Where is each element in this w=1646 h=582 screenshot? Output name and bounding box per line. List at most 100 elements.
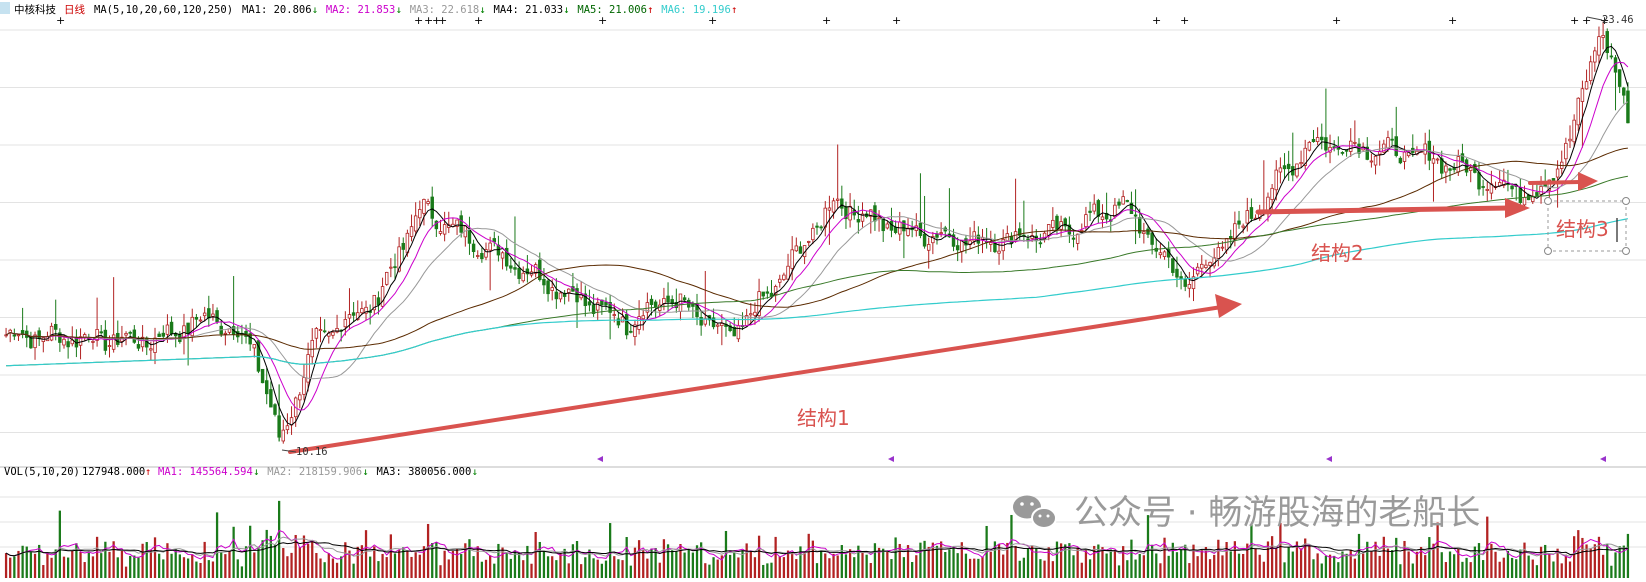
candle-body xyxy=(442,224,447,235)
candle-body xyxy=(1187,284,1192,289)
candle-body xyxy=(1274,169,1278,191)
candle-body xyxy=(955,245,960,251)
candle-body xyxy=(471,243,476,253)
candle-body xyxy=(1150,232,1154,245)
candle-body xyxy=(1353,141,1357,144)
candle-body xyxy=(223,332,228,335)
candle-body xyxy=(1038,242,1043,245)
candle-body xyxy=(1307,141,1312,151)
candle-body xyxy=(587,301,592,306)
candle-body xyxy=(1208,261,1212,266)
candle-body xyxy=(260,368,265,384)
candle-body xyxy=(782,274,786,280)
candle-body xyxy=(1055,215,1059,230)
candle-body xyxy=(939,232,943,235)
price-header: 中核科技 日线 MA(5,10,20,60,120,250) MA1: 20.8… xyxy=(0,2,737,16)
candle-body xyxy=(1580,88,1585,102)
candle-body xyxy=(1220,246,1225,249)
candle-body xyxy=(149,348,153,351)
period-markers xyxy=(597,456,1606,462)
candle-body xyxy=(103,329,108,351)
candle-body xyxy=(1100,216,1105,221)
candle-body xyxy=(753,311,757,316)
candle-body xyxy=(318,329,323,332)
high-price-label: 23.46 xyxy=(1602,14,1634,26)
candle-body xyxy=(620,316,625,323)
event-marker: + xyxy=(892,14,901,27)
candle-body xyxy=(1444,165,1448,173)
candle-body xyxy=(124,333,128,336)
candle-body xyxy=(831,200,836,213)
event-marker: + xyxy=(1152,14,1161,27)
candle-body xyxy=(1551,178,1556,181)
candle-body xyxy=(136,344,141,349)
candle-body xyxy=(509,265,513,269)
candle-body xyxy=(1121,196,1125,205)
candle-body xyxy=(500,252,505,259)
ma-prefix: MA(5,10,20,60,120,250) xyxy=(94,4,233,16)
candle-body xyxy=(649,298,654,305)
candle-body xyxy=(1601,35,1605,38)
candle-body xyxy=(902,220,906,232)
candle-body xyxy=(682,297,687,301)
candle-body xyxy=(1576,97,1581,126)
candle-body xyxy=(302,377,306,395)
vol-prefix: VOL(5,10,20) xyxy=(4,466,80,478)
candle-body xyxy=(1456,156,1461,173)
candle-body xyxy=(1179,276,1183,279)
structure-2-arrowhead xyxy=(1505,198,1530,218)
candle-body xyxy=(749,313,753,316)
candle-body xyxy=(198,319,203,322)
vol-header-item: MA1: 145564.594 xyxy=(158,466,253,478)
candle-body xyxy=(1216,246,1221,259)
candle-body xyxy=(1295,163,1299,177)
ma-header-arrow: ↓ xyxy=(563,4,569,16)
candle-body xyxy=(91,340,95,343)
candle-body xyxy=(194,316,199,320)
candle-body xyxy=(1460,153,1465,163)
event-marker: + xyxy=(1582,14,1591,27)
candle-body xyxy=(1146,228,1150,235)
candle-body xyxy=(128,331,132,334)
candle-body xyxy=(467,230,472,244)
candle-body xyxy=(1084,214,1088,228)
candle-body xyxy=(351,312,356,316)
vol-header-arrow: ↓ xyxy=(363,466,369,478)
candle-body xyxy=(1241,225,1245,228)
candle-body xyxy=(720,323,724,327)
candle-body xyxy=(281,429,285,442)
candle-body xyxy=(252,344,257,349)
structure-1-label: 结构1 xyxy=(797,406,850,430)
vol-header-arrow: ↓ xyxy=(472,466,478,478)
candle-body xyxy=(107,345,112,348)
candle-body xyxy=(1171,258,1175,273)
candle-body xyxy=(1477,172,1481,190)
candle-body xyxy=(1402,151,1407,162)
candle-body xyxy=(662,298,666,305)
candle-body xyxy=(1390,138,1394,141)
ma-header-item: MA2: 21.853 xyxy=(326,4,396,16)
candle-body xyxy=(835,198,840,201)
candle-body xyxy=(1572,119,1576,143)
candle-body xyxy=(546,280,550,295)
candle-body xyxy=(1071,237,1076,240)
candle-body xyxy=(4,334,8,337)
candle-body xyxy=(1204,264,1208,269)
candle-body xyxy=(827,207,832,211)
candle-body xyxy=(426,201,430,204)
vol-header-item: MA2: 218159.906 xyxy=(267,466,362,478)
candle-body xyxy=(376,297,381,306)
candle-body xyxy=(111,334,116,350)
ma10-line xyxy=(5,61,1629,411)
candle-body xyxy=(604,301,608,306)
candle-body xyxy=(480,252,484,260)
candle-body xyxy=(1278,167,1283,173)
low-price-label: 10.16 xyxy=(296,446,328,458)
candle-body xyxy=(778,278,782,283)
candle-body xyxy=(1075,233,1080,244)
candle-body xyxy=(161,332,166,337)
candle-body xyxy=(1315,137,1320,143)
candle-body xyxy=(1431,158,1436,164)
candle-body xyxy=(624,313,629,336)
candle-body xyxy=(430,196,434,219)
